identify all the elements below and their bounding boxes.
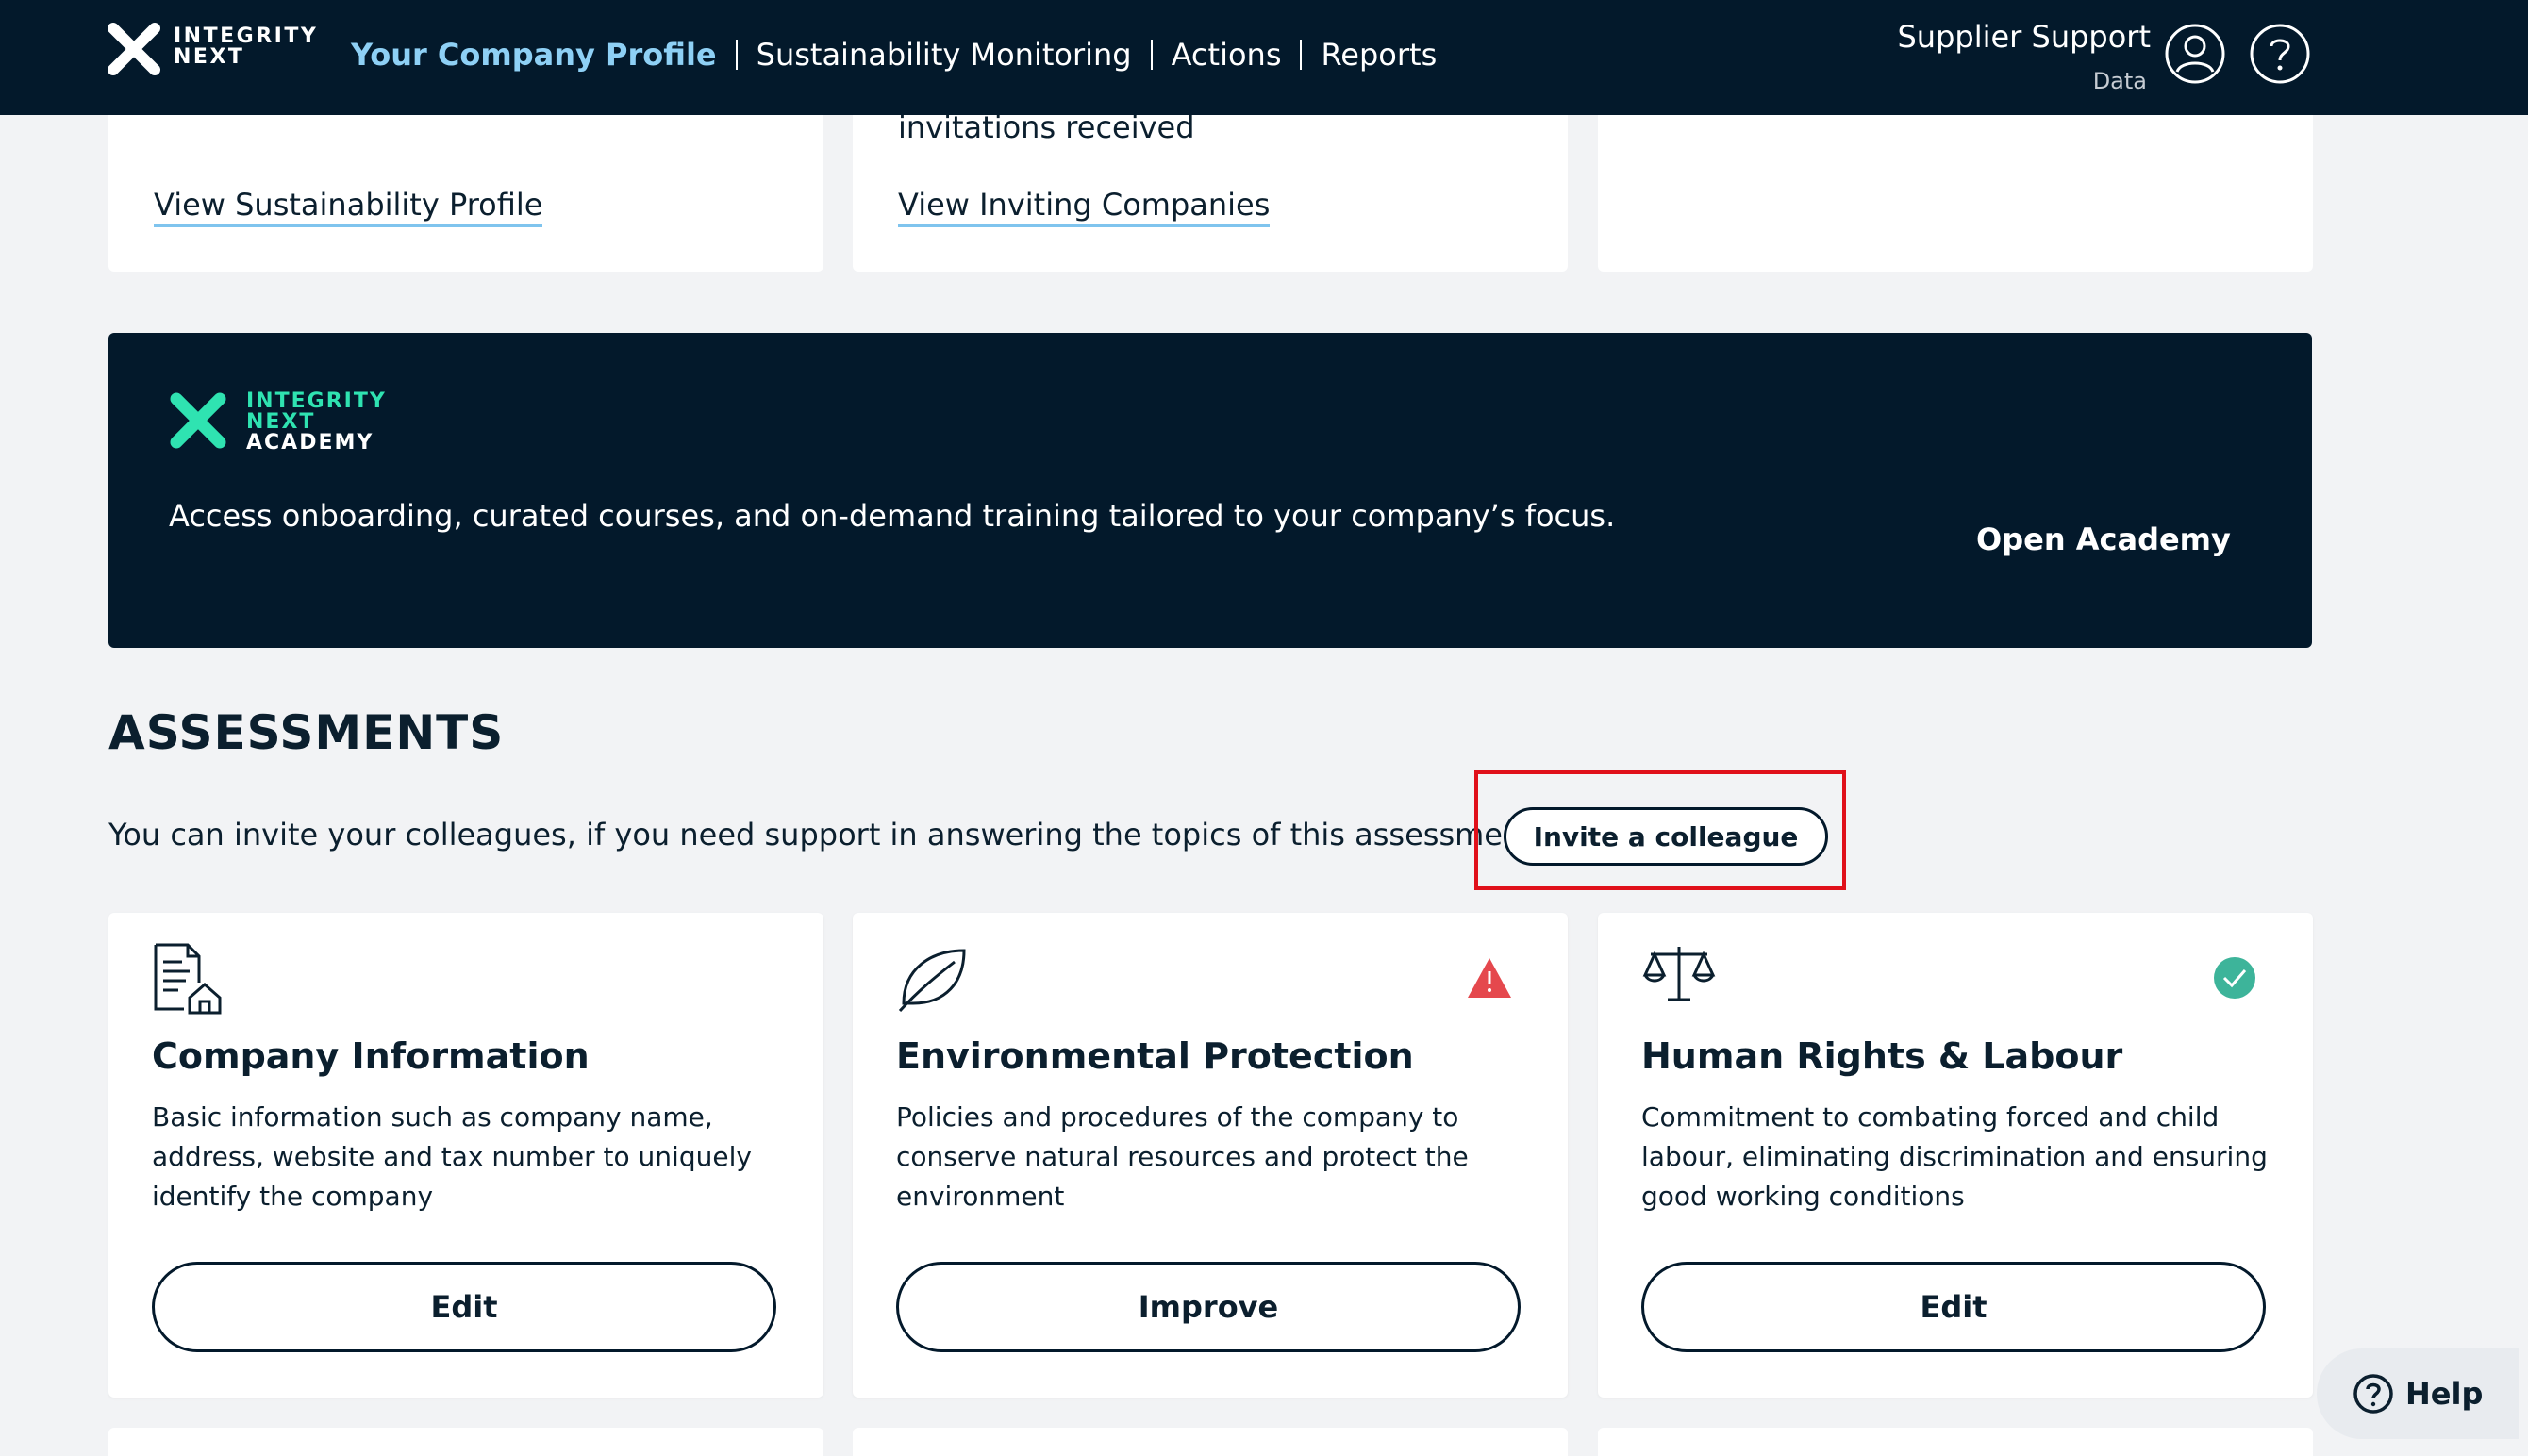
assessment-card-environmental-protection: Environmental Protection Policies and pr… [853, 913, 1568, 1398]
question-circle-icon [2353, 1374, 2393, 1414]
academy-description: Access onboarding, curated courses, and … [169, 498, 1616, 534]
user-icon[interactable] [2164, 23, 2226, 85]
card-title: Environmental Protection [896, 1035, 1414, 1077]
leaf-icon [898, 949, 966, 1013]
next-row-card [108, 1428, 823, 1456]
nav-separator [735, 40, 738, 70]
card-description: Policies and procedures of the company t… [896, 1101, 1469, 1212]
profile-card: View Sustainability Profile [108, 115, 823, 272]
supplier-name[interactable]: Supplier Support [1849, 19, 2151, 55]
empty-top-card [1598, 115, 2313, 272]
view-inviting-companies-link[interactable]: View Inviting Companies [898, 187, 1271, 227]
help-widget-label: Help [2405, 1376, 2484, 1412]
nav-separator [1300, 40, 1303, 70]
checkmark-icon [2214, 957, 2255, 999]
academy-banner: INTEGRITY NEXT ACADEMY Access onboarding… [108, 333, 2312, 648]
next-row-card [853, 1428, 1568, 1456]
help-icon[interactable] [2249, 23, 2311, 85]
invite-colleague-button[interactable]: Invite a colleague [1504, 807, 1828, 866]
open-academy-button[interactable]: Open Academy [1976, 521, 2231, 557]
top-navigation-bar: INTEGRITY NEXT Your Company Profile Sust… [0, 0, 2528, 115]
nav-reports[interactable]: Reports [1321, 37, 1437, 73]
integrity-next-logo[interactable]: INTEGRITY NEXT [106, 21, 316, 77]
assessment-card-human-rights-labour: Human Rights & Labour Commitment to comb… [1598, 913, 2313, 1398]
improve-button[interactable]: Improve [896, 1262, 1521, 1352]
view-sustainability-profile-link[interactable]: View Sustainability Profile [154, 187, 543, 227]
help-widget-button[interactable]: Help [2317, 1348, 2519, 1439]
warning-icon [1468, 958, 1511, 998]
nav-separator [1150, 40, 1153, 70]
edit-button[interactable]: Edit [152, 1262, 776, 1352]
nav-actions[interactable]: Actions [1172, 37, 1282, 73]
card-title: Human Rights & Labour [1641, 1035, 2123, 1077]
assessments-heading: ASSESSMENTS [108, 705, 505, 760]
academy-logo: INTEGRITY NEXT ACADEMY [169, 391, 405, 457]
scales-icon [1642, 947, 1716, 1001]
assessment-card-company-information: Company Information Basic information su… [108, 913, 823, 1398]
supplier-subtitle: Data [2092, 68, 2147, 94]
logo-text: INTEGRITY NEXT [174, 25, 319, 69]
next-row-card [1598, 1428, 2313, 1456]
card-description: Basic information such as company name, … [152, 1101, 752, 1212]
invite-instructions: You can invite your colleagues, if you n… [108, 817, 1544, 852]
nav-sustainability-monitoring[interactable]: Sustainability Monitoring [757, 37, 1132, 73]
academy-x-icon [170, 392, 226, 449]
main-menu: Your Company Profile Sustainability Moni… [351, 30, 1437, 79]
logo-x-icon [108, 23, 160, 75]
card-description: Commitment to combating forced and child… [1641, 1101, 2268, 1212]
edit-button[interactable]: Edit [1641, 1262, 2266, 1352]
document-house-icon [154, 943, 222, 1015]
academy-logo-text: INTEGRITY NEXT ACADEMY [246, 389, 387, 455]
invitations-card: invitations received View Inviting Compa… [853, 109, 1568, 272]
nav-your-company-profile[interactable]: Your Company Profile [351, 37, 717, 73]
card-title: Company Information [152, 1035, 590, 1077]
